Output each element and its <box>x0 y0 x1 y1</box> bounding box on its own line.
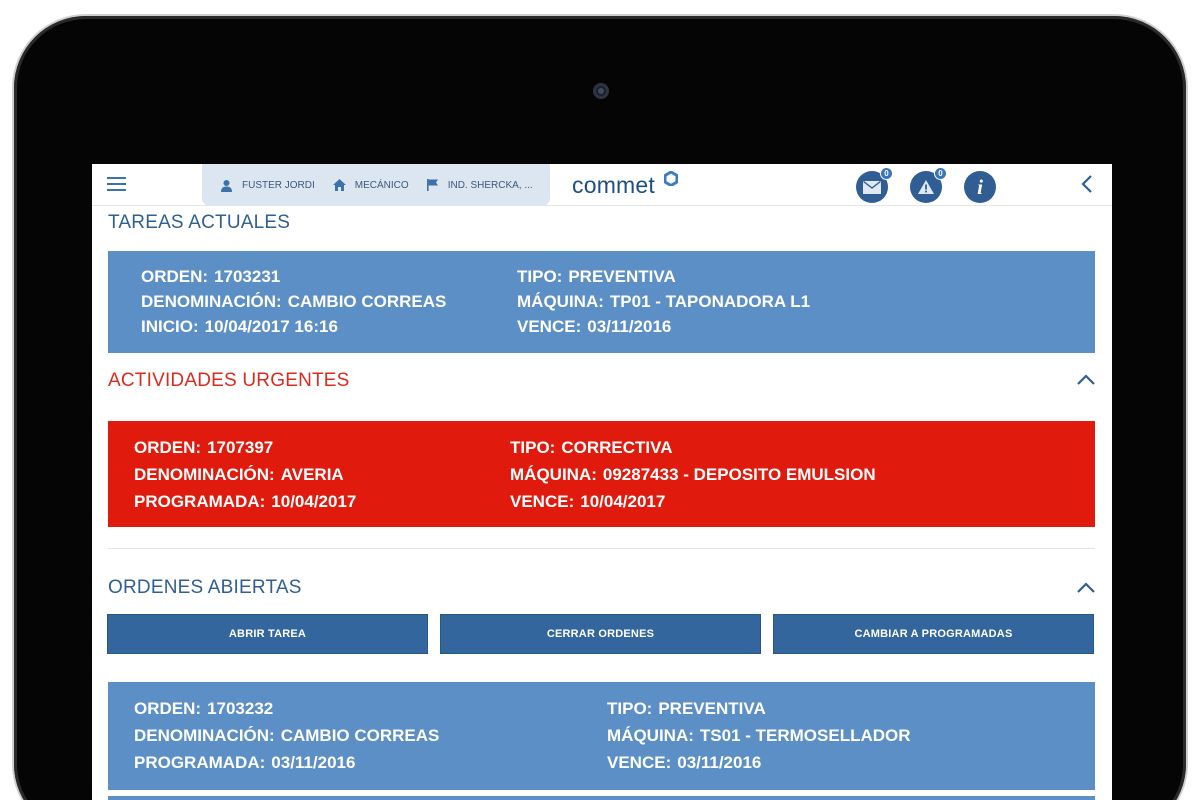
urgent-machine-line: MÁQUINA: 09287433 - DEPOSITO EMULSION <box>510 465 876 484</box>
current-denomination-line: DENOMINACIÓN: CAMBIO CORREAS <box>141 292 447 311</box>
urgent-type-line: TIPO: CORRECTIVA <box>510 438 673 457</box>
top-bar: FUSTER JORDI MECÁNICO IND. SHERCKA, ... … <box>92 164 1112 206</box>
urgent-left-col: ORDEN: 1707397 DENOMINACIÓN: AVERIA PROGRA… <box>134 434 356 515</box>
info-icon: i <box>977 174 983 199</box>
urgent-activities-title: ACTIVIDADES URGENTES <box>108 370 350 391</box>
flag-icon <box>426 179 438 191</box>
current-due-line: VENCE: 03/11/2016 <box>517 317 672 336</box>
messages-button[interactable]: 0 <box>856 167 893 203</box>
messages-badge: 0 <box>880 167 893 180</box>
warning-icon <box>918 180 934 194</box>
urgent-right-col: TIPO: CORRECTIVA MÁQUINA: 09287433 - DEPOS… <box>510 434 876 515</box>
open-order-card[interactable]: ORDEN: 1703232 DENOMINACIÓN: CAMBIO CORREA… <box>108 682 1095 790</box>
current-machine-line: MÁQUINA: TP01 - TAPONADORA L1 <box>517 292 811 311</box>
user-name: FUSTER JORDI <box>242 179 315 191</box>
user-icon <box>221 179 232 192</box>
open-order-line: ORDEN: 1703232 <box>134 699 274 718</box>
company-name: IND. SHERCKA, ... <box>447 179 533 191</box>
current-task-card[interactable]: ORDEN: 1703231 DENOMINACIÓN: CAMBIO CORREA… <box>108 251 1095 353</box>
chevron-up-icon[interactable] <box>1076 374 1096 386</box>
user-info-bar: FUSTER JORDI MECÁNICO IND. SHERCKA, ... <box>202 164 550 206</box>
menu-icon[interactable] <box>107 177 126 192</box>
chevron-up-icon[interactable] <box>1076 582 1096 594</box>
app-screen: FUSTER JORDI MECÁNICO IND. SHERCKA, ... … <box>92 164 1112 800</box>
info-button[interactable]: i <box>964 171 996 203</box>
next-order-card[interactable] <box>108 796 1095 800</box>
current-task-left-col: ORDEN: 1703231 DENOMINACIÓN: CAMBIO CORREA… <box>141 264 446 339</box>
mail-icon <box>863 180 881 194</box>
open-task-button[interactable]: ABRIR TAREA <box>107 614 428 654</box>
current-start-line: INICIO: 10/04/2017 16:16 <box>141 317 338 336</box>
urgent-activity-card[interactable]: ORDEN: 1707397 DENOMINACIÓN: AVERIA PROGRA… <box>108 421 1095 527</box>
open-orders-title: ORDENES ABIERTAS <box>108 577 302 598</box>
home-icon <box>332 179 346 191</box>
current-task-right-col: TIPO: PREVENTIVA MÁQUINA: TP01 - TAPONADOR… <box>517 264 810 339</box>
open-machine-line: MÁQUINA: TS01 - TERMOSELLADOR <box>607 726 911 745</box>
change-to-scheduled-button[interactable]: CAMBIAR A PROGRAMADAS <box>773 614 1094 654</box>
role-segment: MECÁNICO <box>332 179 409 191</box>
open-denomination-line: DENOMINACIÓN: CAMBIO CORREAS <box>134 726 440 745</box>
open-order-right-col: TIPO: PREVENTIVA MÁQUINA: TS01 - TERMOSELL… <box>607 695 911 776</box>
urgent-due-line: VENCE: 10/04/2017 <box>510 492 666 511</box>
current-tasks-title: TAREAS ACTUALES <box>108 212 291 233</box>
alerts-button[interactable]: 0 <box>910 167 947 203</box>
current-type-line: TIPO: PREVENTIVA <box>517 267 676 286</box>
close-orders-button[interactable]: CERRAR ORDENES <box>440 614 761 654</box>
open-due-line: VENCE: 03/11/2016 <box>607 753 762 772</box>
open-type-line: TIPO: PREVENTIVA <box>607 699 766 718</box>
user-role: MECÁNICO <box>354 179 409 191</box>
commet-logo: commet <box>572 172 655 198</box>
alerts-badge: 0 <box>934 167 947 180</box>
urgent-scheduled-line: PROGRAMADA: 10/04/2017 <box>134 492 357 511</box>
company-segment: IND. SHERCKA, ... <box>426 179 533 191</box>
chevron-left-icon[interactable] <box>1080 174 1094 194</box>
open-scheduled-line: PROGRAMADA: 03/11/2016 <box>134 753 356 772</box>
user-segment: FUSTER JORDI <box>220 179 315 192</box>
camera-icon <box>593 83 609 99</box>
urgent-denomination-line: DENOMINACIÓN: AVERIA <box>134 465 344 484</box>
current-order-line: ORDEN: 1703231 <box>141 267 281 286</box>
urgent-order-line: ORDEN: 1707397 <box>134 438 274 457</box>
section-divider <box>108 548 1095 549</box>
logo-hexagon-icon <box>664 171 678 186</box>
open-order-left-col: ORDEN: 1703232 DENOMINACIÓN: CAMBIO CORREA… <box>134 695 439 776</box>
